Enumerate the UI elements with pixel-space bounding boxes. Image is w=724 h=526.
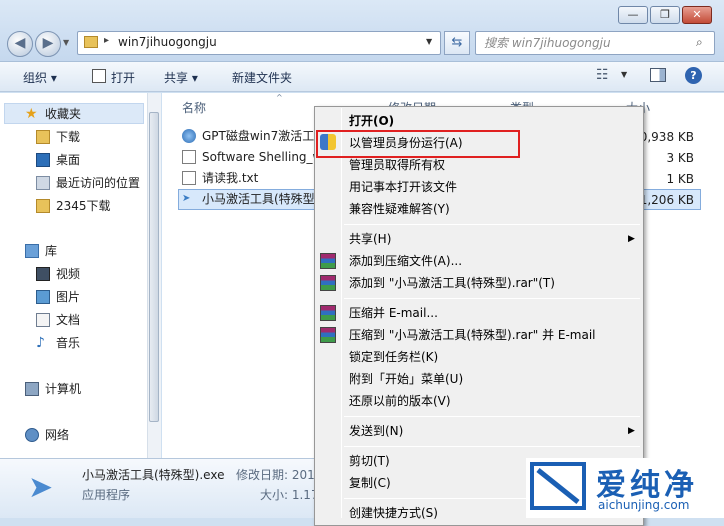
close-button[interactable]: ✕	[682, 6, 712, 24]
star-icon: ★	[25, 106, 38, 122]
folder-icon	[84, 36, 98, 48]
address-bar[interactable]: ▸ win7jihuogongju ▼	[77, 31, 441, 55]
file-size: 3 KB	[666, 151, 694, 165]
winrar-icon	[320, 275, 336, 291]
search-icon: ⌕	[696, 35, 703, 49]
help-icon[interactable]: ?	[685, 67, 702, 84]
menu-item-add-to-rar[interactable]: 添加到 "小马激活工具(特殊型).rar"(T)	[349, 273, 555, 293]
paper-plane-icon: ➤	[28, 470, 54, 505]
open-button[interactable]: 打开	[111, 69, 135, 86]
paper-plane-icon: ➤	[182, 193, 191, 204]
refresh-button[interactable]: ⇆	[444, 31, 470, 55]
details-filename: 小马激活工具(特殊型).exe	[82, 468, 225, 482]
network-icon	[25, 428, 39, 442]
submenu-arrow-icon: ▶	[628, 426, 635, 436]
menu-item-open[interactable]: 打开(O)	[349, 111, 394, 131]
watermark-logo-icon	[530, 462, 586, 510]
menu-separator	[344, 416, 640, 417]
preview-pane-icon[interactable]	[650, 68, 666, 82]
view-dropdown-icon[interactable]: ▼	[621, 70, 627, 79]
details-modified: 修改日期: 201	[236, 468, 315, 482]
text-file-icon	[182, 171, 196, 185]
new-folder-button[interactable]: 新建文件夹	[232, 69, 292, 86]
music-icon: ♪	[36, 335, 45, 351]
share-menu[interactable]: 共享 ▾	[164, 69, 198, 86]
documents-icon	[36, 313, 50, 327]
menu-item-share[interactable]: 共享(H)	[349, 229, 391, 249]
winrar-icon	[320, 305, 336, 321]
file-icon	[182, 150, 196, 164]
maximize-button[interactable]: ❐	[650, 6, 680, 24]
menu-item-copy[interactable]: 复制(C)	[349, 473, 391, 493]
menu-item-compress-email[interactable]: 压缩并 E-mail...	[349, 303, 438, 323]
menu-separator	[344, 298, 640, 299]
open-icon	[92, 69, 106, 83]
downloads-folder-icon	[36, 130, 50, 144]
file-size: 1 KB	[666, 172, 694, 186]
forward-button[interactable]: ▶	[35, 31, 61, 57]
winrar-icon	[320, 327, 336, 343]
menu-item-pin-start[interactable]: 附到「开始」菜单(U)	[349, 369, 463, 389]
breadcrumb-chevron-icon: ▸	[104, 35, 110, 46]
app-icon	[182, 129, 196, 143]
pictures-icon	[36, 290, 50, 304]
breadcrumb-path[interactable]: win7jihuogongju	[118, 35, 217, 49]
winrar-icon	[320, 253, 336, 269]
menu-separator	[344, 224, 640, 225]
watermark: 爱纯净 aichunjing.com	[526, 458, 724, 518]
file-size: 1,206 KB	[639, 193, 694, 207]
watermark-url: aichunjing.com	[598, 498, 690, 512]
libraries-icon	[25, 244, 39, 258]
menu-gutter	[341, 108, 342, 518]
menu-item-cut[interactable]: 剪切(T)	[349, 451, 390, 471]
recent-pages-dropdown[interactable]: ▼	[63, 38, 69, 47]
address-dropdown-icon[interactable]: ▼	[426, 37, 432, 46]
back-button[interactable]: ◀	[7, 31, 33, 57]
desktop-icon	[36, 153, 50, 167]
menu-item-send-to[interactable]: 发送到(N)	[349, 421, 403, 441]
annotation-highlight-box	[316, 130, 520, 158]
menu-item-pin-taskbar[interactable]: 锁定到任务栏(K)	[349, 347, 438, 367]
details-type: 应用程序	[82, 488, 131, 502]
menu-item-take-ownership[interactable]: 管理员取得所有权	[349, 155, 445, 175]
menu-item-compress-rar-email[interactable]: 压缩到 "小马激活工具(特殊型).rar" 并 E-mail	[349, 325, 596, 345]
menu-item-add-to-archive[interactable]: 添加到压缩文件(A)...	[349, 251, 462, 271]
recent-places-icon	[36, 176, 50, 190]
menu-item-open-with-notepad[interactable]: 用记事本打开该文件	[349, 177, 457, 197]
computer-icon	[25, 382, 39, 396]
organize-menu[interactable]: 组织 ▾	[23, 69, 57, 86]
file-size: 0,938 KB	[639, 130, 694, 144]
menu-item-restore-versions[interactable]: 还原以前的版本(V)	[349, 391, 451, 411]
nav-scrollbar-thumb[interactable]	[149, 112, 159, 422]
sort-chevron-icon: ^	[276, 93, 283, 102]
details-size: 大小: 1.17	[260, 488, 319, 502]
column-header-name[interactable]: 名称	[182, 99, 206, 116]
videos-icon	[36, 267, 50, 281]
folder-icon	[36, 199, 50, 213]
menu-item-compat-troubleshoot[interactable]: 兼容性疑难解答(Y)	[349, 199, 450, 219]
submenu-arrow-icon: ▶	[628, 234, 635, 244]
search-input[interactable]: 搜索 win7jihuogongju	[475, 31, 715, 55]
menu-item-create-shortcut[interactable]: 创建快捷方式(S)	[349, 503, 438, 523]
toolbar	[0, 62, 724, 92]
view-options-icon[interactable]: ☷	[596, 67, 609, 83]
minimize-button[interactable]: —	[618, 6, 648, 24]
menu-separator	[344, 446, 640, 447]
